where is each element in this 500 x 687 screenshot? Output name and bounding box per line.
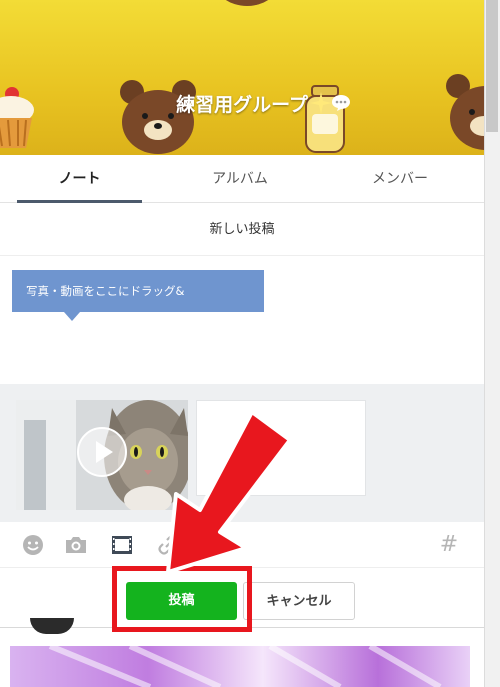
emoji-icon[interactable] [20, 532, 46, 558]
scrollbar-thumb[interactable] [486, 0, 498, 132]
feed-post-image[interactable] [10, 646, 470, 687]
camera-icon[interactable] [63, 532, 89, 558]
media-drop-area[interactable] [0, 384, 484, 522]
feed-avatar[interactable] [30, 618, 74, 634]
group-cover-banner: 練習用グループ [0, 0, 484, 155]
composer-title: 新しい投稿 [0, 204, 484, 256]
video-icon[interactable] [109, 532, 135, 558]
group-name-title: 練習用グループ [176, 94, 308, 116]
active-tab-indicator [17, 200, 142, 203]
composer-toolbar: # [0, 522, 484, 568]
video-thumbnail[interactable] [16, 400, 188, 510]
bear-sticker-top-icon [225, 0, 269, 6]
tab-members[interactable]: メンバー [330, 155, 470, 203]
link-icon[interactable] [155, 532, 181, 558]
cancel-button[interactable]: キャンセル [243, 582, 355, 620]
hashtag-icon[interactable]: # [437, 531, 461, 559]
tooltip-tail [64, 312, 80, 321]
tab-note[interactable]: ノート [17, 155, 142, 203]
feed-image-art [48, 646, 442, 687]
chat-bubble-icon [332, 95, 350, 111]
new-post-composer: 新しい投稿 最近どうしてる? # 投稿 キャンセル [0, 204, 484, 628]
highlight-box-annotation [112, 566, 252, 632]
tab-album[interactable]: アルバム [170, 155, 310, 203]
play-icon[interactable] [76, 426, 128, 478]
media-drop-tooltip: 写真・動画をここにドラッグ& [12, 270, 264, 312]
group-tabs: ノート アルバム メンバー [0, 155, 484, 203]
media-thumbnail-placeholder[interactable] [196, 400, 366, 496]
